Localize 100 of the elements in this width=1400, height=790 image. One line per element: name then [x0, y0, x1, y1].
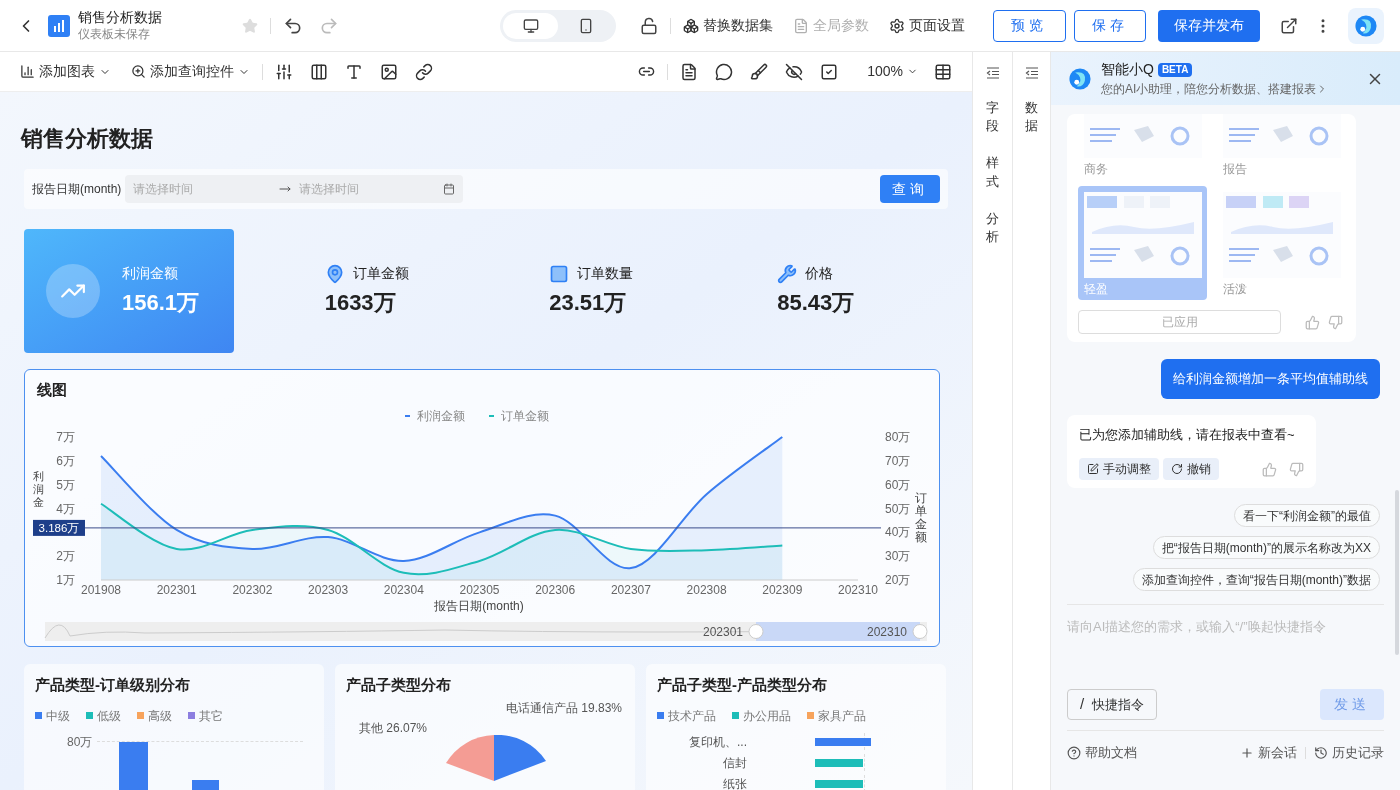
range-handle[interactable] — [748, 624, 764, 639]
eye-off-icon[interactable] — [785, 62, 804, 81]
legend-label: 其它 — [199, 707, 223, 725]
columns-icon[interactable] — [310, 62, 328, 81]
share-icon[interactable] — [1280, 16, 1298, 35]
axis-tick-label: 6万 — [56, 453, 75, 468]
link-icon[interactable] — [415, 62, 433, 81]
edit-icon — [1087, 463, 1099, 475]
footer-link[interactable]: 帮助文档 — [1067, 743, 1137, 763]
shortcut-button[interactable]: / 快捷指令 — [1067, 689, 1158, 720]
footer-link[interactable]: 历史记录 — [1314, 743, 1384, 763]
undo-icon[interactable] — [283, 15, 303, 36]
lock-icon[interactable] — [640, 16, 659, 35]
axis-tick-label: 60万 — [885, 477, 911, 492]
suggestion-chip[interactable]: 把“报告日期(month)”的展示名称改为XX — [1152, 536, 1380, 559]
page-heading: 销售分析数据 — [21, 125, 153, 153]
calendar-icon — [443, 183, 456, 195]
image-icon[interactable] — [380, 62, 398, 81]
table-icon[interactable] — [934, 62, 952, 81]
star-icon[interactable] — [242, 17, 258, 34]
boxes-icon — [683, 17, 700, 34]
footer-link[interactable]: 新会话 — [1240, 743, 1297, 763]
ref-line-label: 3.186万 — [38, 521, 80, 534]
side-tab[interactable]: 数据 — [1025, 99, 1038, 136]
sliders-icon[interactable] — [275, 62, 293, 81]
desktop-view-button[interactable] — [503, 12, 559, 39]
toolbar-action[interactable]: 替换数据集 — [683, 15, 774, 36]
legend-item: 订单金额 — [489, 409, 549, 423]
monitor-icon — [522, 17, 539, 34]
axis-tick-label: 202307 — [610, 583, 651, 597]
data-label: 其他 26.07% — [359, 719, 428, 737]
range-handle[interactable] — [912, 624, 928, 639]
reply-text: 已为您添加辅助线，请在报表中查看~ — [1079, 425, 1295, 444]
outline-button[interactable]: 预览 — [993, 9, 1066, 42]
add-filter-button[interactable]: 添加查询控件 — [131, 61, 250, 82]
checkbox-icon[interactable] — [820, 62, 839, 81]
outline-button[interactable]: 保存 — [1073, 9, 1146, 42]
axis-tick-label: 202303 — [308, 583, 349, 597]
filter-label: 报告日期(month) — [32, 181, 122, 198]
chart-title: 产品类型-订单级别分布 — [35, 675, 190, 695]
zoom-dropdown[interactable]: 100% — [867, 61, 918, 82]
swirl-logo-icon — [1353, 12, 1379, 39]
axis-tick-label: 70万 — [885, 453, 911, 468]
swirl-logo-icon — [1067, 65, 1093, 92]
suggestion-chip[interactable]: 添加查询控件，查询“报告日期(month)”数据 — [1132, 568, 1380, 591]
axis-tick-label: 202306 — [535, 583, 576, 597]
brush-icon[interactable] — [750, 62, 769, 81]
kpi-value: 156.1万 — [122, 289, 200, 317]
reference-value-label: 3.186万 — [33, 519, 85, 536]
axis-tick-label: 30万 — [885, 549, 911, 564]
thumbs-down-icon[interactable] — [1328, 314, 1343, 330]
kpi-value: 85.43万 — [777, 289, 855, 317]
query-button[interactable]: 查询 — [879, 175, 940, 203]
chat-icon[interactable] — [715, 62, 734, 81]
axis-title: 订单金额 — [915, 491, 927, 544]
side-tab[interactable]: 字段 — [986, 99, 999, 136]
document-icon — [793, 17, 810, 34]
chart-title: 产品子类型分布 — [346, 675, 451, 695]
reply-action-button[interactable]: 手动调整 — [1079, 458, 1159, 480]
axis-tick-label: 2万 — [56, 549, 75, 564]
help-icon — [1067, 745, 1081, 760]
bar — [815, 737, 871, 746]
thumbs-down-icon[interactable] — [1289, 461, 1304, 477]
collapse-panel-icon[interactable] — [1024, 66, 1039, 80]
kpi-label: 利润金额 — [122, 264, 178, 283]
kpi-value: 23.51万 — [549, 289, 628, 317]
axis-tick-label: 7万 — [56, 430, 75, 444]
assistant-avatar[interactable] — [1348, 7, 1384, 44]
collapse-panel-icon[interactable] — [985, 66, 1000, 80]
wrench-icon — [777, 263, 798, 284]
legend-item: 利润金额 — [405, 409, 465, 423]
data-label: 电话通信产品 19.83% — [506, 699, 623, 717]
kpi-label: 订单数量 — [577, 264, 634, 283]
document-icon[interactable] — [680, 62, 699, 81]
side-tab[interactable]: 样式 — [986, 154, 999, 191]
publish-button[interactable]: 保存并发布 — [1158, 9, 1260, 42]
thumbs-up-icon[interactable] — [1262, 461, 1277, 477]
legend-label: 中级 — [46, 707, 70, 725]
side-tab[interactable]: 分析 — [986, 209, 999, 247]
category-label: 复印机、... — [688, 733, 747, 751]
bar — [815, 758, 863, 767]
toolbar-action[interactable]: 页面设置 — [889, 15, 966, 36]
chart-title: 线图 — [36, 380, 68, 400]
add-chart-button[interactable]: 添加图表 — [20, 61, 111, 82]
text-icon[interactable] — [345, 62, 363, 81]
legend-label: 办公用品 — [743, 707, 791, 725]
suggestion-chip[interactable]: 看一下“利润金额”的最值 — [1234, 504, 1380, 527]
bar — [119, 741, 148, 790]
axis-tick-label: 202301 — [156, 583, 197, 597]
reply-action-button[interactable]: 撤销 — [1163, 458, 1219, 480]
axis-title: 报告日期(month) — [434, 599, 524, 613]
axis-tick-label: 202308 — [686, 583, 727, 597]
category-label: 纸张 — [722, 775, 747, 790]
chart-title: 产品子类型-产品类型分布 — [657, 675, 827, 695]
bar-chart-icon — [20, 64, 35, 79]
axis-tick-label: 202305 — [459, 583, 500, 597]
thumbs-up-icon[interactable] — [1305, 314, 1320, 330]
axis-tick-label: 202304 — [383, 583, 424, 597]
axis-tick-label: 80万 — [67, 733, 93, 751]
axis-tick-label: 201908 — [81, 583, 121, 597]
